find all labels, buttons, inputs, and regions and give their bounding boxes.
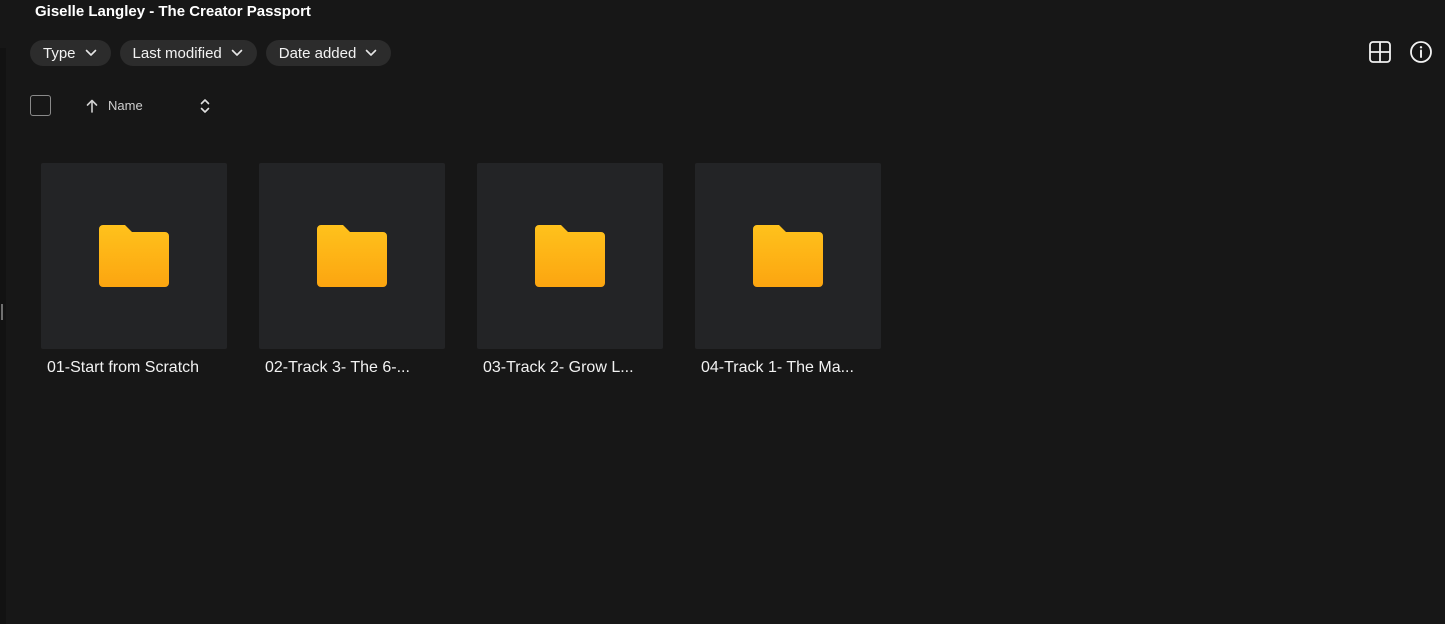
folder-card[interactable]: 03-Track 2- Grow L...: [477, 163, 663, 378]
folder-grid: 01-Start from Scratch 02-Track 3- The 6-…: [41, 163, 881, 378]
folder-thumbnail: [695, 163, 881, 349]
filter-date-added-button[interactable]: Date added: [265, 40, 392, 66]
folder-thumbnail: [259, 163, 445, 349]
folder-card[interactable]: 04-Track 1- The Ma...: [695, 163, 881, 378]
filter-last-modified-button[interactable]: Last modified: [119, 40, 257, 66]
folder-thumbnail: [41, 163, 227, 349]
chevron-down-icon: [231, 49, 243, 56]
folder-icon: [99, 225, 169, 287]
folder-icon: [535, 225, 605, 287]
chevron-down-icon: [366, 49, 377, 56]
filter-date-added-label: Date added: [278, 44, 357, 62]
select-all-checkbox[interactable]: [30, 95, 51, 116]
sort-toggle-icon[interactable]: [198, 97, 212, 115]
view-controls: [1368, 40, 1433, 64]
info-icon: [1410, 41, 1432, 63]
grid-view-button[interactable]: [1368, 40, 1392, 64]
folder-name: 03-Track 2- Grow L...: [483, 359, 634, 376]
page-title: Giselle Langley - The Creator Passport: [35, 3, 311, 20]
folder-name: 02-Track 3- The 6-...: [265, 359, 410, 376]
filter-last-modified-label: Last modified: [132, 44, 222, 62]
folder-name: 04-Track 1- The Ma...: [701, 359, 854, 376]
grid-view-icon: [1369, 41, 1391, 63]
panel-resize-handle[interactable]: [1, 304, 3, 320]
folder-name: 01-Start from Scratch: [47, 359, 200, 376]
left-panel-edge: [0, 48, 6, 624]
folder-card[interactable]: 02-Track 3- The 6-...: [259, 163, 445, 378]
folder-thumbnail: [477, 163, 663, 349]
folder-icon: [753, 225, 823, 287]
arrow-up-icon[interactable]: [85, 98, 99, 114]
filter-type-button[interactable]: Type: [30, 40, 111, 66]
sort-column-name[interactable]: Name: [108, 98, 143, 114]
chevron-down-icon: [85, 49, 96, 56]
filter-type-label: Type: [43, 44, 76, 62]
info-button[interactable]: [1409, 40, 1433, 64]
folder-icon: [317, 225, 387, 287]
filter-bar: Type Last modified Date added: [30, 40, 392, 66]
folder-card[interactable]: 01-Start from Scratch: [41, 163, 227, 378]
